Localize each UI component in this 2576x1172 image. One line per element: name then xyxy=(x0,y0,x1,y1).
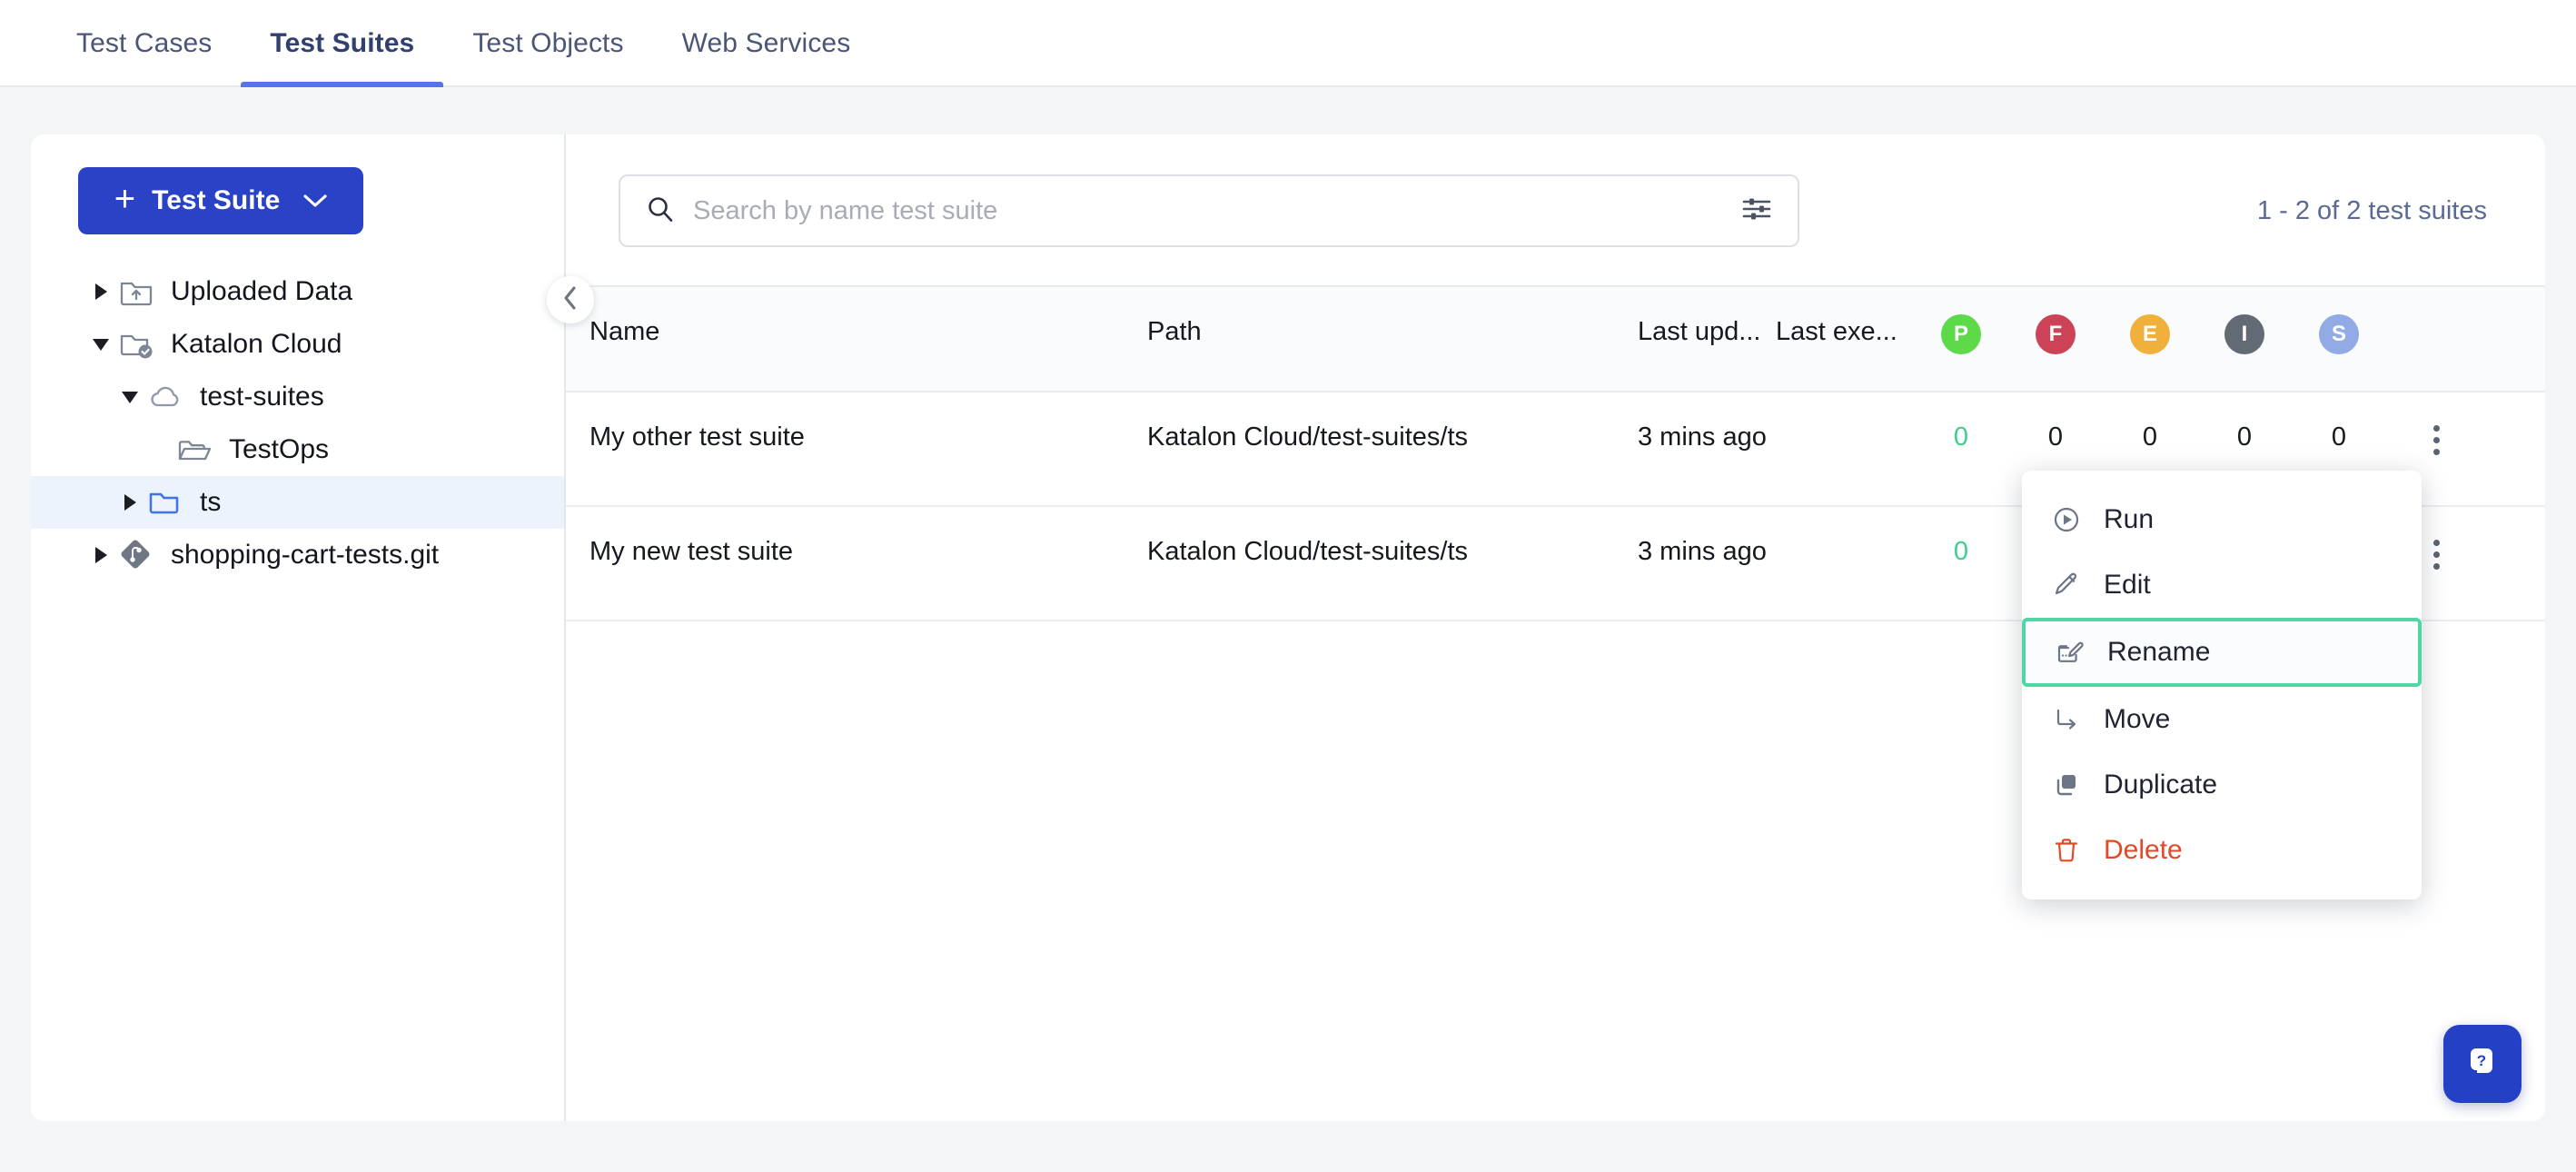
move-arrow-icon xyxy=(2049,704,2084,735)
tree-item-label: TestOps xyxy=(229,434,330,464)
passed-badge: P xyxy=(1941,314,1981,354)
context-menu-item-run[interactable]: Run xyxy=(2022,487,2422,552)
context-menu-item-label: Move xyxy=(2104,704,2171,734)
incomplete-badge: I xyxy=(2224,314,2264,354)
column-header-failed-badge[interactable]: F xyxy=(2008,314,2103,354)
column-header-error-badge[interactable]: E xyxy=(2103,314,2197,354)
column-header-skipped-badge[interactable]: S xyxy=(2292,314,2386,354)
column-header-passed-badge[interactable]: P xyxy=(1914,314,2008,354)
last-updated-value: 3 mins ago xyxy=(1638,422,1767,452)
test-suite-tree: Uploaded Data Katalon Cloud test-suites T… xyxy=(31,265,564,581)
result-count: 1 - 2 of 2 test suites xyxy=(2256,195,2487,225)
plus-icon: + xyxy=(114,179,136,219)
tab-list: Test Cases Test Suites Test Objects Web Ser… xyxy=(0,0,2576,87)
folder-blue-icon xyxy=(145,486,185,519)
stat-passed-value: 0 xyxy=(1953,422,1969,452)
stat-skipped-value: 0 xyxy=(2331,422,2347,452)
failed-badge: F xyxy=(2036,314,2076,354)
kebab-menu-icon[interactable] xyxy=(2421,420,2452,461)
stat-error-value: 0 xyxy=(2142,422,2158,452)
context-menu-item-delete[interactable]: Delete xyxy=(2022,818,2422,883)
context-menu-item-label: Edit xyxy=(2104,570,2151,600)
status-column-headers: PFEIS xyxy=(1914,314,2386,354)
last-updated-value: 3 mins ago xyxy=(1638,537,1767,566)
stat-failed-value: 0 xyxy=(2047,422,2064,452)
context-menu-item-move[interactable]: Move xyxy=(2022,687,2422,752)
kebab-menu-icon[interactable] xyxy=(2421,534,2452,575)
stat-incomplete-value: 0 xyxy=(2236,422,2253,452)
pencil-icon xyxy=(2049,570,2084,601)
folder-open-icon xyxy=(174,433,214,466)
context-menu-item-label: Duplicate xyxy=(2104,770,2218,800)
svg-text:?: ? xyxy=(2477,1052,2486,1069)
help-widget-button[interactable]: ? xyxy=(2443,1025,2522,1103)
column-header-name[interactable]: Name xyxy=(566,314,1147,349)
chevron-right-icon[interactable] xyxy=(85,547,116,563)
chevron-down-icon xyxy=(303,194,327,208)
tree-item-label: Katalon Cloud xyxy=(171,329,342,359)
column-header-incomplete-badge[interactable]: I xyxy=(2197,314,2292,354)
table-header-row: Name Path Last upd... Last exe... P F E I S xyxy=(566,285,2545,392)
new-test-suite-label: Test Suite xyxy=(152,185,281,215)
tab-test-objects[interactable]: Test Objects xyxy=(443,0,652,87)
skipped-badge: S xyxy=(2319,314,2359,354)
context-menu-item-label: Delete xyxy=(2104,835,2183,865)
test-suite-path: Katalon Cloud/test-suites/ts xyxy=(1147,537,1469,566)
sidebar-collapse-button[interactable] xyxy=(547,276,594,323)
tab-test-suites[interactable]: Test Suites xyxy=(241,0,444,87)
tree-item-ts[interactable]: ts xyxy=(31,476,564,529)
search-bar[interactable] xyxy=(619,174,1799,247)
context-menu-item-label: Run xyxy=(2104,504,2155,534)
play-circle-icon xyxy=(2049,504,2084,535)
chevron-left-icon xyxy=(561,285,580,315)
tab-web-services[interactable]: Web Services xyxy=(653,0,880,87)
tree-item-label: shopping-cart-tests.git xyxy=(171,540,440,570)
context-menu-item-edit[interactable]: Edit xyxy=(2022,552,2422,618)
sidebar: + Test Suite Uploaded Data Katalon Cloud… xyxy=(31,134,566,1121)
error-badge: E xyxy=(2130,314,2170,354)
rename-icon xyxy=(2053,637,2087,668)
tree-item-uploaded-data[interactable]: Uploaded Data xyxy=(31,265,564,318)
folder-upload-icon xyxy=(116,275,156,308)
search-icon xyxy=(646,194,675,228)
new-test-suite-button[interactable]: + Test Suite xyxy=(78,167,363,234)
search-input[interactable] xyxy=(693,195,1741,226)
test-suite-name-link[interactable]: My other test suite xyxy=(566,420,1147,454)
context-menu-item-label: Rename xyxy=(2107,637,2211,667)
help-question-bubble-icon: ? xyxy=(2461,1040,2504,1088)
row-actions-cell xyxy=(2386,420,2486,461)
tree-item-shopping-cart-tests-git[interactable]: shopping-cart-tests.git xyxy=(31,529,564,581)
column-header-last-executed[interactable]: Last exe... xyxy=(1776,314,1914,349)
tree-item-katalon-cloud[interactable]: Katalon Cloud xyxy=(31,318,564,371)
tab-test-cases[interactable]: Test Cases xyxy=(47,0,241,87)
tree-item-test-suites[interactable]: test-suites xyxy=(31,371,564,423)
context-menu-item-rename[interactable]: Rename xyxy=(2022,618,2422,687)
column-header-last-updated[interactable]: Last upd... xyxy=(1638,314,1776,349)
chevron-down-icon[interactable] xyxy=(114,391,145,403)
chevron-down-icon[interactable] xyxy=(85,338,116,351)
chevron-right-icon[interactable] xyxy=(85,283,116,300)
tree-item-label: ts xyxy=(200,487,222,517)
git-icon xyxy=(116,539,156,571)
top-tab-bar: Test Cases Test Suites Test Objects Web Ser… xyxy=(0,0,2576,87)
column-header-path[interactable]: Path xyxy=(1147,314,1638,349)
tree-item-label: test-suites xyxy=(200,382,324,412)
filter-sliders-icon[interactable] xyxy=(1741,195,1772,227)
context-menu-item-duplicate[interactable]: Duplicate xyxy=(2022,752,2422,818)
trash-icon xyxy=(2049,835,2084,866)
stat-passed-value: 0 xyxy=(1953,537,1969,566)
test-suite-name-link[interactable]: My new test suite xyxy=(566,534,1147,569)
cloud-icon xyxy=(145,381,185,413)
row-context-menu: Run Edit Rename Move Duplicate Delete xyxy=(2022,471,2422,899)
tree-item-label: Uploaded Data xyxy=(171,276,353,306)
tree-item-testops[interactable]: TestOps xyxy=(31,423,564,476)
folder-check-icon xyxy=(116,328,156,361)
toolbar: 1 - 2 of 2 test suites xyxy=(566,134,2545,247)
test-suite-path: Katalon Cloud/test-suites/ts xyxy=(1147,422,1469,452)
chevron-right-icon[interactable] xyxy=(114,494,145,511)
copy-icon xyxy=(2049,770,2084,800)
